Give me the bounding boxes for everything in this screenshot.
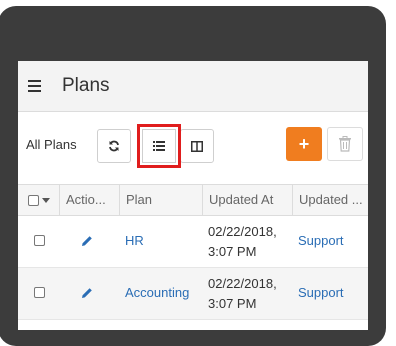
columns-view-icon	[191, 140, 203, 152]
list-view-icon	[153, 141, 165, 151]
updated-at-date: 02/22/2018,	[208, 224, 277, 239]
column-header-updated-at[interactable]: Updated At	[202, 185, 292, 215]
plus-icon: +	[298, 133, 310, 154]
column-header-actions[interactable]: Actio...	[59, 185, 119, 215]
table-row: HR 02/22/2018, 3:07 PM Support	[18, 216, 368, 268]
plan-name-link[interactable]: Accounting	[125, 285, 189, 300]
chevron-down-icon[interactable]	[42, 198, 50, 203]
trash-icon	[339, 136, 351, 152]
delete-button	[327, 127, 363, 161]
pencil-icon[interactable]	[81, 287, 93, 299]
row-checkbox[interactable]	[34, 287, 45, 298]
updated-at-time: 3:07 PM	[208, 244, 257, 259]
select-all-checkbox[interactable]	[28, 195, 39, 206]
pencil-icon[interactable]	[81, 235, 93, 247]
refresh-button[interactable]	[97, 129, 131, 163]
select-all-header[interactable]	[18, 185, 59, 215]
view-selector-label: All Plans	[26, 137, 77, 152]
row-checkbox[interactable]	[34, 235, 45, 246]
app-screen: Plans All Plans + Actio... Plan Updated …	[18, 61, 368, 330]
plans-table: Actio... Plan Updated At Updated ... HR …	[18, 184, 368, 320]
table-header: Actio... Plan Updated At Updated ...	[18, 185, 368, 216]
plan-name-link[interactable]: HR	[125, 233, 144, 248]
hamburger-menu-icon[interactable]	[28, 80, 41, 92]
updated-by-link[interactable]: Support	[298, 285, 344, 300]
refresh-icon	[109, 140, 119, 152]
updated-by-link[interactable]: Support	[298, 233, 344, 248]
columns-view-button[interactable]	[180, 129, 214, 163]
add-plan-button[interactable]: +	[286, 127, 322, 161]
list-view-button[interactable]	[142, 129, 176, 163]
table-row: Accounting 02/22/2018, 3:07 PM Support	[18, 268, 368, 320]
updated-at-date: 02/22/2018,	[208, 276, 277, 291]
updated-at-cell: 02/22/2018, 3:07 PM	[208, 274, 288, 314]
column-header-updated-by[interactable]: Updated ...	[292, 185, 368, 215]
app-header: Plans	[18, 61, 368, 112]
updated-at-cell: 02/22/2018, 3:07 PM	[208, 222, 288, 262]
page-title: Plans	[62, 75, 110, 96]
toolbar: All Plans +	[18, 112, 368, 178]
column-header-plan[interactable]: Plan	[119, 185, 202, 215]
updated-at-time: 3:07 PM	[208, 296, 257, 311]
